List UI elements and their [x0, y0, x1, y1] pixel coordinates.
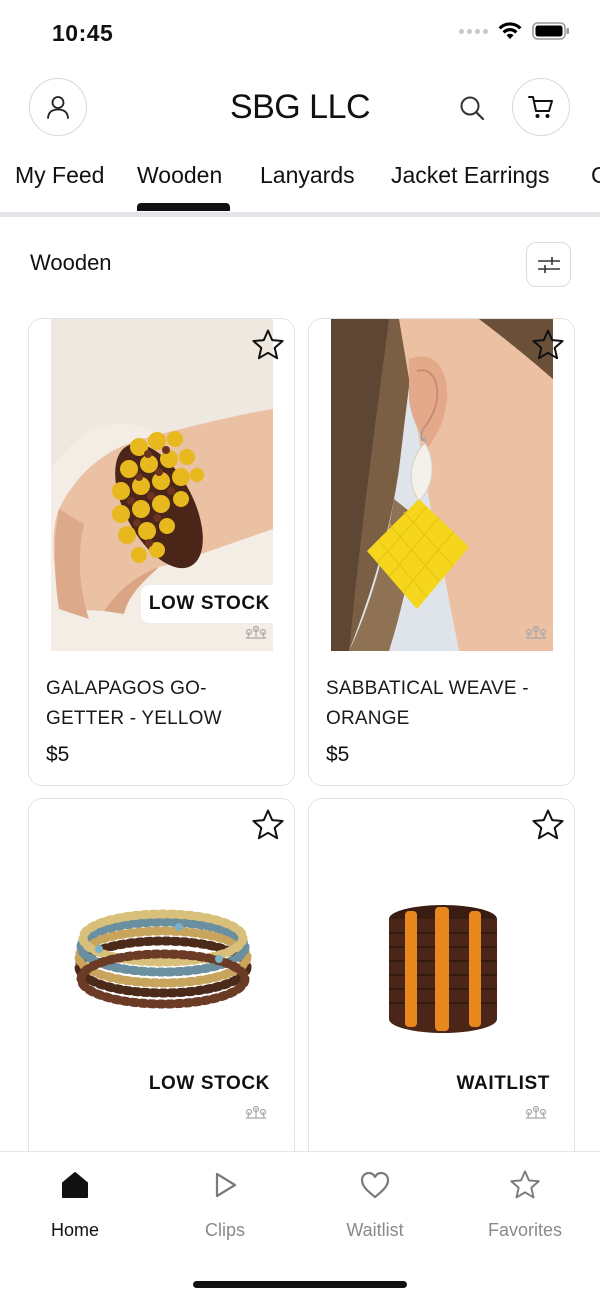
tabbar-label: Waitlist: [346, 1220, 404, 1240]
star-outline-icon: [532, 329, 564, 360]
favorite-button[interactable]: [250, 807, 286, 843]
cellular-signal-icon: [459, 28, 488, 34]
tabbar-clips[interactable]: Clips: [165, 1167, 285, 1241]
product-image-wood-bracelet[interactable]: WAITLIST: [309, 799, 574, 1131]
tabs-divider: [0, 212, 600, 217]
bottom-tab-bar: Home Clips Waitlist Favorites: [0, 1151, 600, 1299]
star-outline-icon: [532, 809, 564, 840]
wifi-icon: [498, 22, 522, 39]
section-title: Wooden: [30, 250, 112, 275]
tabbar-label: Favorites: [487, 1220, 563, 1240]
tab-jacket-earrings[interactable]: Jacket Earrings: [391, 162, 550, 189]
brand-crown-icon: [245, 625, 267, 639]
tab-wooden[interactable]: Wooden: [137, 162, 222, 189]
star-outline-icon: [252, 329, 284, 360]
tab-lanyards[interactable]: Lanyards: [260, 162, 355, 189]
home-icon: [62, 1172, 88, 1198]
brand-crown-icon: [525, 1105, 547, 1119]
play-icon: [215, 1172, 237, 1198]
favorite-button[interactable]: [530, 327, 566, 363]
home-indicator: [193, 1281, 407, 1288]
product-image-earring-woven[interactable]: [309, 319, 574, 651]
tabbar-waitlist[interactable]: Waitlist: [315, 1167, 435, 1241]
product-price: $5: [46, 743, 70, 766]
brand-crown-icon: [525, 625, 547, 639]
cart-button[interactable]: [512, 78, 570, 136]
favorite-button[interactable]: [250, 327, 286, 363]
search-button[interactable]: [455, 91, 489, 125]
active-tab-indicator: [137, 203, 230, 211]
sliders-icon: [537, 256, 560, 273]
status-time: 10:45: [52, 20, 114, 46]
category-tabs: My Feed Wooden Lanyards Jacket Earrings …: [0, 150, 600, 216]
filter-button[interactable]: [526, 242, 571, 287]
product-name[interactable]: SABBATICAL WEAVE - ORANGE: [326, 674, 546, 734]
waitlist-badge: WAITLIST: [448, 1065, 560, 1103]
search-icon: [460, 96, 485, 121]
product-name[interactable]: GALAPAGOS GO-GETTER - YELLOW: [46, 674, 266, 734]
tabbar-label: Home: [50, 1220, 99, 1240]
favorite-button[interactable]: [530, 807, 566, 843]
tabbar-home[interactable]: Home: [15, 1167, 135, 1241]
product-card-sabbatical[interactable]: SABBATICAL WEAVE - ORANGE $5: [308, 318, 575, 786]
app-header: SBG LLC: [0, 78, 600, 140]
product-image-bracelet-yellow[interactable]: LOW STOCK: [29, 319, 294, 651]
product-image-beaded-bracelets[interactable]: LOW STOCK: [29, 799, 294, 1131]
tabbar-label: Clips: [204, 1220, 245, 1240]
brand-crown-icon: [245, 1105, 267, 1119]
tabbar-favorites[interactable]: Favorites: [465, 1167, 585, 1241]
heart-icon: [360, 1171, 390, 1199]
battery-icon: [532, 22, 569, 40]
cart-icon: [528, 96, 553, 118]
product-card-galapagos[interactable]: LOW STOCK GALAPAGOS GO-GETTER - YELLOW $…: [28, 318, 295, 786]
earring-photo: [309, 319, 573, 651]
tab-next-category[interactable]: C: [591, 162, 600, 189]
product-price: $5: [326, 743, 350, 766]
star-icon: [510, 1170, 540, 1199]
status-icons: [459, 22, 570, 40]
tab-my-feed[interactable]: My Feed: [15, 162, 104, 189]
star-outline-icon: [252, 809, 284, 840]
app-title: SBG LLC: [229, 88, 371, 126]
stock-badge: LOW STOCK: [140, 1065, 280, 1103]
status-bar: 10:45: [0, 0, 600, 66]
stock-badge: LOW STOCK: [140, 585, 280, 623]
